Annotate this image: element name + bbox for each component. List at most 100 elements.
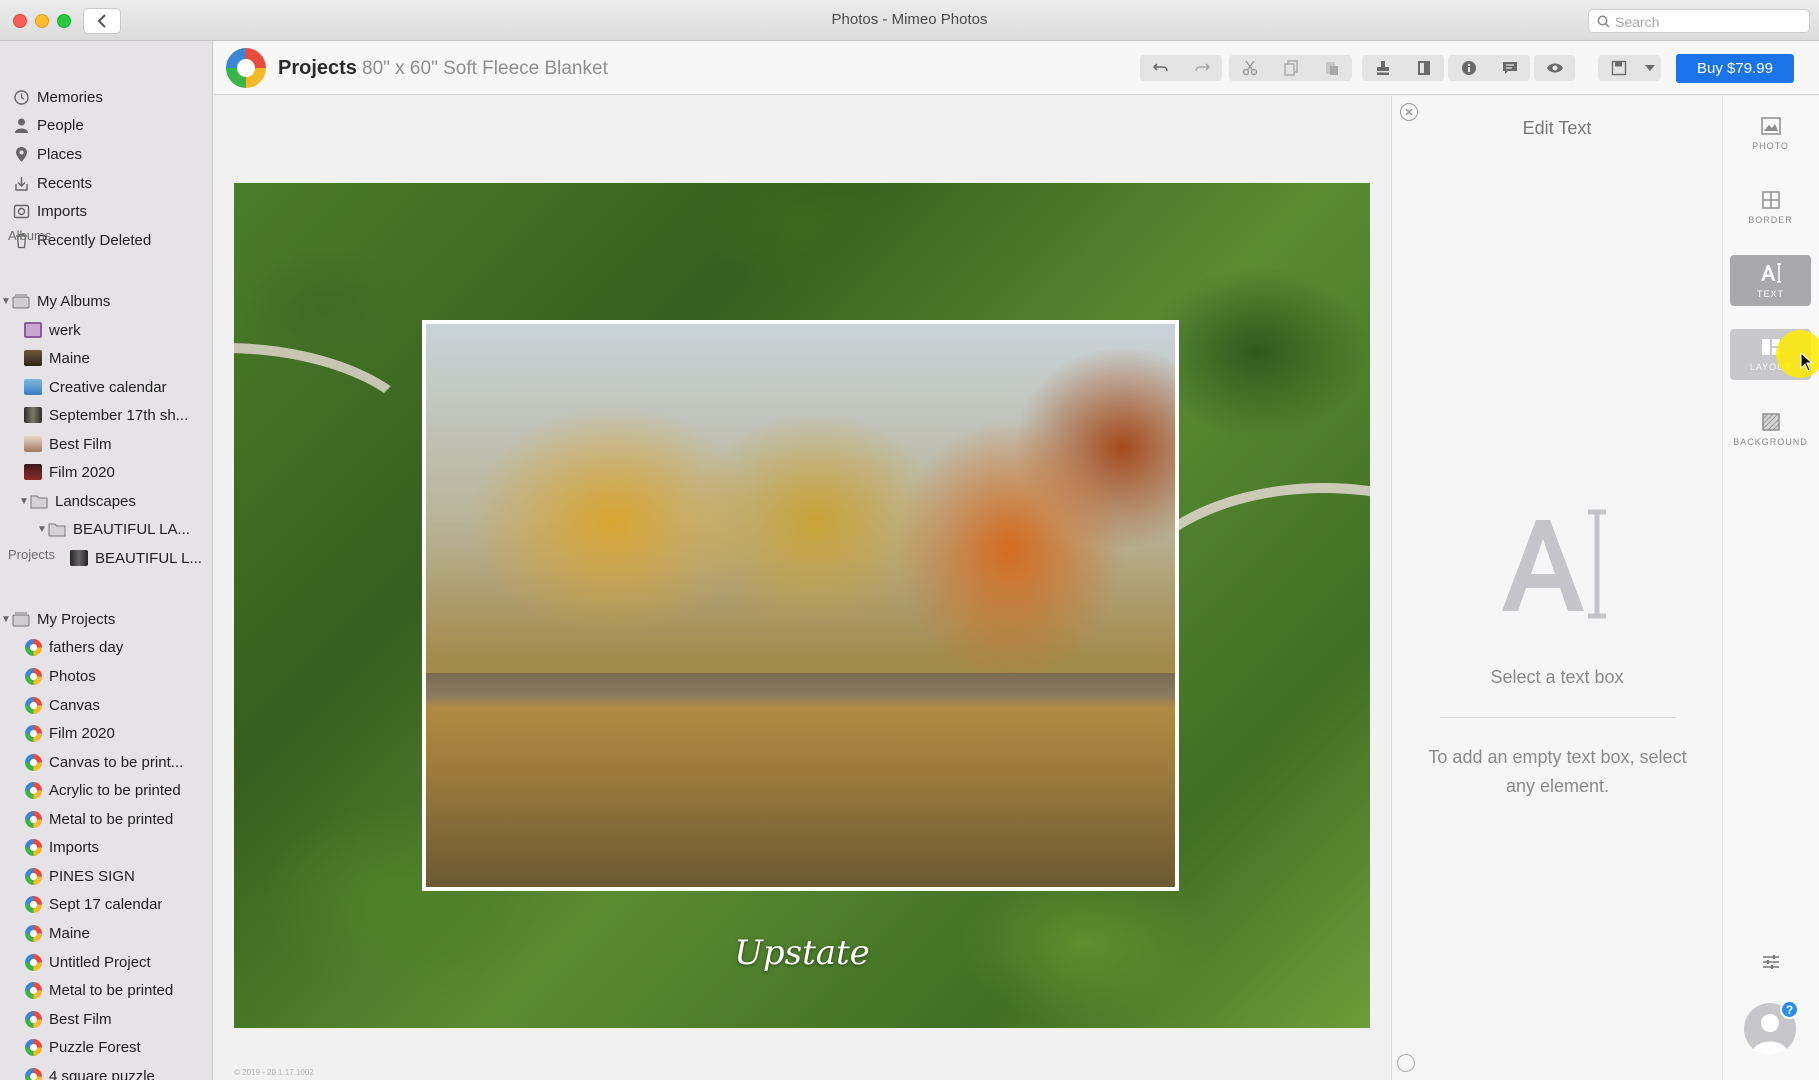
- sidebar-item-label: werk: [49, 321, 81, 339]
- sidebar-item-project[interactable]: Metal to be printed: [0, 805, 212, 833]
- sidebar-item-project[interactable]: Best Film: [0, 1005, 212, 1033]
- folder-icon: [30, 492, 48, 510]
- projects-stack-icon: [12, 610, 30, 628]
- sidebar-item-label: Photos: [49, 667, 96, 685]
- sidebar-item-places[interactable]: Places: [0, 140, 212, 168]
- album-thumbnail: [24, 379, 42, 395]
- background-tool-label: BACKGROUND: [1733, 436, 1808, 447]
- search-input[interactable]: [1615, 12, 1805, 31]
- sidebar-item-project[interactable]: Canvas to be print...: [0, 748, 212, 776]
- sidebar-item-label: Metal to be printed: [49, 981, 174, 999]
- caption-text[interactable]: Upstate: [234, 933, 1370, 973]
- text-tool-button[interactable]: TEXT: [1730, 255, 1811, 306]
- sliders-icon[interactable]: [1762, 954, 1780, 970]
- disclosure-triangle-icon[interactable]: ▼: [0, 296, 12, 307]
- disclosure-triangle-icon[interactable]: ▼: [18, 496, 30, 507]
- search-icon: [1597, 15, 1610, 28]
- sidebar-item-label: BEAUTIFUL LA...: [73, 520, 190, 538]
- sidebar-item-my-albums[interactable]: ▼ My Albums: [0, 287, 212, 315]
- sidebar-item-imports[interactable]: Imports: [0, 197, 212, 225]
- save-button[interactable]: [1598, 55, 1639, 81]
- sidebar-item-my-projects[interactable]: ▼ My Projects: [0, 605, 212, 633]
- sidebar-item-people[interactable]: People: [0, 111, 212, 139]
- preview-button[interactable]: [1534, 55, 1575, 81]
- sidebar-item-beautiful-la-folder[interactable]: ▼ BEAUTIFUL LA...: [0, 515, 212, 543]
- sidebar-item-project[interactable]: fathers day: [0, 633, 212, 661]
- toolbar: Projects 80" x 60" Soft Fleece Blanket B…: [214, 41, 1819, 95]
- sidebar-item-project[interactable]: Canvas: [0, 691, 212, 719]
- dropdown-icon: [1645, 64, 1655, 71]
- sidebar-item-creative-calendar[interactable]: Creative calendar: [0, 373, 212, 401]
- sidebar-item-label: Places: [37, 145, 83, 163]
- sidebar-item-label: Landscapes: [55, 492, 136, 510]
- sidebar-item-label: Recently Deleted: [37, 231, 152, 249]
- arrange-group: [1362, 55, 1444, 81]
- recents-icon: [12, 174, 30, 192]
- blanket-design[interactable]: Upstate: [234, 183, 1370, 1028]
- album-thumbnail: [24, 436, 42, 452]
- sidebar-item-werk[interactable]: werk: [0, 316, 212, 344]
- sidebar-item-project[interactable]: Imports: [0, 833, 212, 861]
- sidebar-item-project[interactable]: PINES SIGN: [0, 862, 212, 890]
- photo-tool-button[interactable]: PHOTO: [1730, 108, 1811, 159]
- album-thumbnail: [24, 322, 42, 338]
- sidebar-item-memories[interactable]: Memories: [0, 83, 212, 111]
- sidebar-item-september-17th[interactable]: September 17th sh...: [0, 401, 212, 429]
- window-title: Photos - Mimeo Photos: [831, 11, 988, 28]
- autumn-lake-photo[interactable]: [422, 320, 1179, 891]
- project-icon: [24, 638, 42, 656]
- save-icon: [1611, 60, 1626, 76]
- sidebar-item-film-2020[interactable]: Film 2020: [0, 458, 212, 486]
- sidebar-item-landscapes[interactable]: ▼ Landscapes: [0, 487, 212, 515]
- sidebar-item-label: Sept 17 calendar: [49, 895, 163, 913]
- sidebar-item-project[interactable]: Untitled Project: [0, 948, 212, 976]
- help-badge[interactable]: ?: [1780, 1000, 1799, 1019]
- project-icon: [24, 753, 42, 771]
- clipboard-group: [1229, 55, 1352, 81]
- sidebar-item-recents[interactable]: Recents: [0, 169, 212, 197]
- album-thumbnail: [24, 350, 42, 366]
- sidebar-item-best-film[interactable]: Best Film: [0, 430, 212, 458]
- paste-button[interactable]: [1311, 55, 1352, 81]
- border-icon: [1761, 190, 1780, 209]
- toolbar-title: Projects: [278, 57, 357, 79]
- sidebar-item-project[interactable]: Sept 17 calendar: [0, 890, 212, 918]
- redo-button[interactable]: [1181, 55, 1222, 81]
- save-options-dropdown[interactable]: [1639, 55, 1661, 81]
- search-field[interactable]: [1588, 9, 1810, 33]
- empty-state-hint: To add an empty text box, select any ele…: [1428, 747, 1687, 796]
- sidebar-item-project[interactable]: Photos: [0, 662, 212, 690]
- sidebar-item-label: People: [37, 116, 84, 134]
- sidebar-item-project[interactable]: Maine: [0, 919, 212, 947]
- sidebar-item-label: Imports: [37, 202, 88, 220]
- comment-button[interactable]: [1489, 55, 1530, 81]
- sidebar-item-project[interactable]: Acrylic to be printed: [0, 776, 212, 804]
- resize-handle-icon[interactable]: [1397, 1054, 1415, 1072]
- info-button[interactable]: [1448, 55, 1489, 81]
- sidebar-item-project[interactable]: Metal to be printed: [0, 976, 212, 1004]
- buy-button[interactable]: Buy $79.99: [1676, 54, 1794, 83]
- project-icon: [24, 838, 42, 856]
- background-tool-button[interactable]: BACKGROUND: [1730, 404, 1811, 455]
- photo-icon: [1760, 116, 1781, 135]
- sidebar-item-label: Untitled Project: [49, 953, 151, 971]
- disclosure-triangle-icon[interactable]: ▼: [36, 524, 48, 535]
- sidebar-item-project[interactable]: Film 2020: [0, 719, 212, 747]
- disclosure-triangle-icon[interactable]: ▼: [0, 614, 12, 625]
- sidebar-item-maine[interactable]: Maine: [0, 344, 212, 372]
- stamp-button[interactable]: [1362, 55, 1403, 81]
- border-tool-button[interactable]: BORDER: [1730, 182, 1811, 233]
- photo-tool-label: PHOTO: [1752, 140, 1789, 151]
- undo-button[interactable]: [1140, 55, 1181, 81]
- pin-icon: [12, 145, 30, 163]
- sidebar-item-project[interactable]: Puzzle Forest: [0, 1033, 212, 1061]
- project-subtitle: 80" x 60" Soft Fleece Blanket: [362, 58, 608, 79]
- sidebar-item-label: My Projects: [37, 610, 116, 628]
- paste-icon: [1325, 62, 1338, 75]
- book-button[interactable]: [1403, 55, 1444, 81]
- cut-button[interactable]: [1229, 55, 1270, 81]
- sidebar-item-project[interactable]: 4 square puzzle: [0, 1062, 212, 1080]
- copy-button[interactable]: [1270, 55, 1311, 81]
- background-icon: [1761, 412, 1780, 431]
- project-icon: [24, 724, 42, 742]
